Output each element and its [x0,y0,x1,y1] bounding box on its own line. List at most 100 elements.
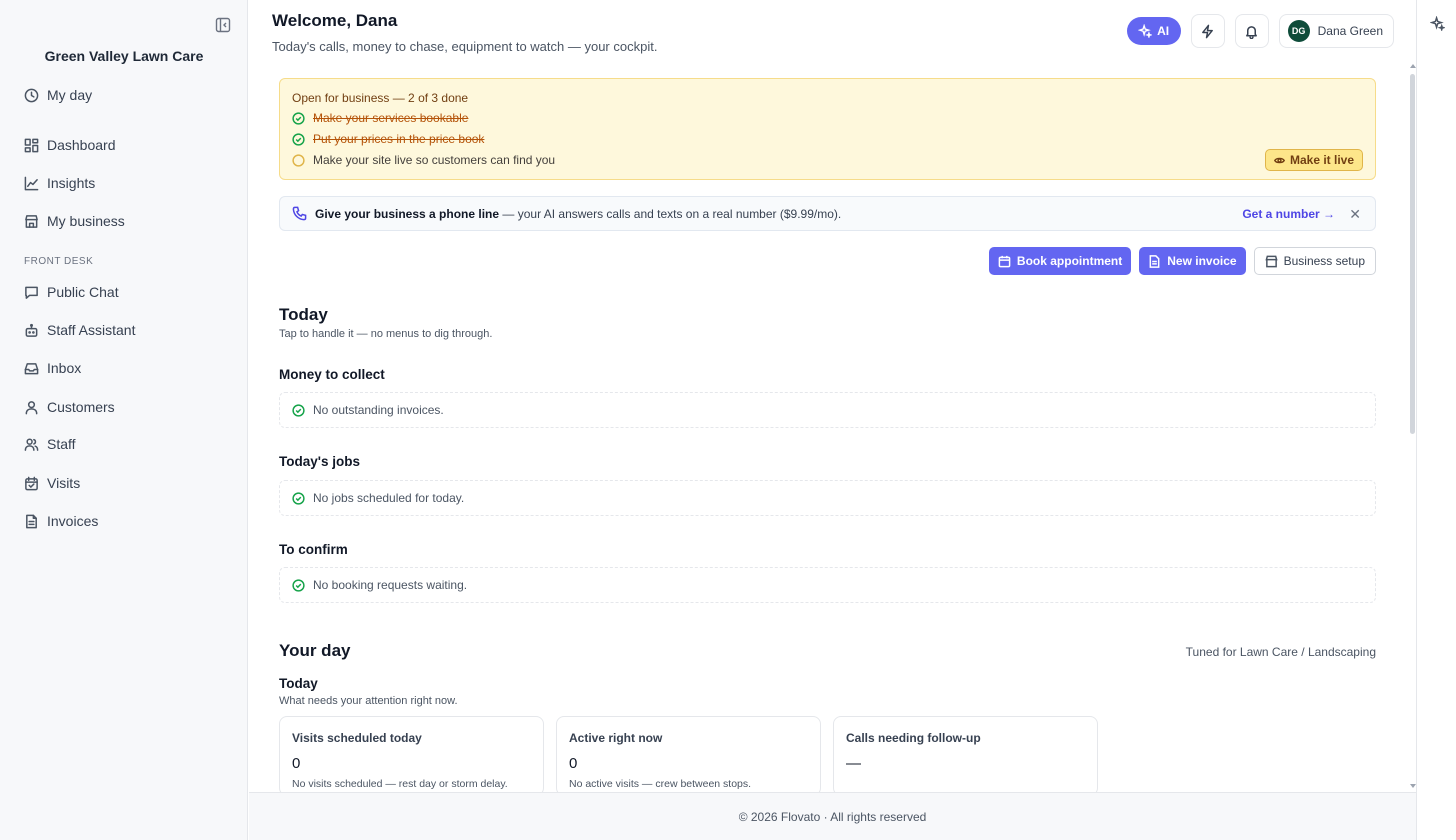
sidebar-item-staff[interactable]: Staff [24,433,76,455]
your-day-today-heading: Today [279,676,318,691]
sidebar-item-invoices[interactable]: Invoices [24,510,98,532]
store-icon [1265,255,1278,267]
dashboard-icon [24,138,39,152]
sidebar-item-visits[interactable]: Visits [24,472,80,494]
onboarding-task[interactable]: Make your services bookable [292,111,468,125]
phone-banner-heading: Give your business a phone line [315,206,500,221]
page-subtitle: Today's calls, money to chase, equipment… [272,39,658,54]
inbox-icon [24,362,39,374]
store-icon [25,214,38,228]
book-appointment-label: Book appointment [1016,254,1123,268]
onboarding-checklist: Open for business — 2 of 3 done Make you… [279,78,1376,180]
notifications-button[interactable] [1234,14,1269,48]
eye-icon [1273,157,1285,163]
sidebar-item-my-day[interactable]: My day [24,84,92,106]
business-setup-label: Business setup [1283,254,1365,268]
user-name: Dana Green [1317,24,1383,38]
sidebar-item-label: Staff [47,436,76,452]
sidebar-item-insights[interactable]: Insights [24,172,95,194]
empty-circle-icon [292,153,305,167]
check-circle-icon [292,111,305,125]
stat-card-calls-follow-up[interactable]: Calls needing follow-up — [833,716,1098,796]
bell-icon [1246,25,1258,39]
sidebar-item-inbox[interactable]: Inbox [24,357,81,379]
stat-label: Calls needing follow-up [846,731,981,745]
sidebar-item-public-chat[interactable]: Public Chat [24,281,119,303]
header-actions: AI DG Dana Green [1126,14,1394,48]
sidebar-item-label: Customers [47,399,115,415]
new-invoice-button[interactable]: New invoice [1139,247,1246,275]
business-setup-button[interactable]: Business setup [1253,247,1376,275]
lightning-icon [1202,24,1214,38]
todays-jobs-empty: No jobs scheduled for today. [279,480,1376,516]
quick-action-bar: Book appointment New invoice Business se… [988,247,1376,275]
bot-icon [25,323,38,337]
sparkle-icon[interactable] [1430,16,1445,31]
sidebar-item-label: Inbox [47,360,82,376]
document-icon [1149,254,1160,268]
money-to-collect-heading: Money to collect [279,367,385,382]
nav-section-front-desk: FRONT DESK [24,256,94,267]
assistant-rail [1416,0,1456,840]
sidebar-item-dashboard[interactable]: Dashboard [24,134,116,156]
sidebar: Green Valley Lawn Care My day Dashboard … [0,0,248,840]
make-it-live-label: Make it live [1289,153,1354,167]
stat-card-visits-today[interactable]: Visits scheduled today 0 No visits sched… [279,716,544,796]
stat-label: Visits scheduled today [292,731,422,745]
close-icon[interactable]: ✕ [1349,206,1361,223]
stat-value: 0 [569,755,578,772]
sidebar-item-customers[interactable]: Customers [24,396,115,418]
chart-line-icon [24,176,39,190]
document-icon [26,514,37,528]
task-label: Make your site live so customers can fin… [313,153,556,167]
user-menu-button[interactable]: DG Dana Green [1278,14,1394,48]
sidebar-item-staff-assistant[interactable]: Staff Assistant [24,319,135,341]
empty-message: No outstanding invoices. [313,403,444,417]
tuned-for-label: Tuned for Lawn Care / Landscaping [1185,645,1376,659]
onboarding-task[interactable]: Put your prices in the price book [292,132,484,146]
todays-jobs-heading: Today's jobs [279,454,360,469]
clock-icon [24,88,39,102]
to-confirm-heading: To confirm [279,542,348,557]
stat-card-active-now[interactable]: Active right now 0 No active visits — cr… [556,716,821,796]
check-circle-icon [292,132,305,146]
check-circle-icon [292,403,305,417]
task-label: Make your services bookable [313,111,469,125]
avatar: DG [1287,20,1310,42]
your-day-heading: Your day [279,641,351,660]
brand-name: Green Valley Lawn Care [44,48,204,64]
phone-line-banner: Give your business a phone line — your A… [279,196,1376,231]
users-icon [24,438,39,451]
calendar-icon [998,255,1011,267]
phone-banner-text: — your AI answers calls and texts on a r… [499,206,842,221]
scrollbar[interactable] [1408,62,1416,792]
footer: © 2026 Flovato · All rights reserved [249,792,1416,840]
sidebar-item-label: Insights [47,175,96,191]
empty-message: No booking requests waiting. [313,578,468,592]
ai-button-label: AI [1157,24,1170,38]
make-it-live-button[interactable]: Make it live [1264,149,1363,171]
to-confirm-empty: No booking requests waiting. [279,567,1376,603]
sidebar-item-label: Public Chat [47,284,119,300]
user-icon [25,400,38,414]
empty-message: No jobs scheduled for today. [313,491,465,505]
task-label: Put your prices in the price book [313,132,485,146]
sidebar-item-my-business[interactable]: My business [24,210,125,232]
sidebar-collapse-icon[interactable] [215,17,231,33]
footer-copyright: © 2026 Flovato · All rights reserved [738,809,927,824]
sidebar-item-label: My business [47,213,125,229]
get-number-link[interactable]: Get a number → [1242,207,1335,221]
quick-actions-button[interactable] [1190,14,1225,48]
book-appointment-button[interactable]: Book appointment [988,247,1132,275]
today-subtitle: Tap to handle it — no menus to dig throu… [279,328,493,340]
sidebar-item-label: Staff Assistant [47,322,136,338]
new-invoice-label: New invoice [1167,254,1237,268]
sidebar-item-label: Invoices [47,513,99,529]
onboarding-task[interactable]: Make your site live so customers can fin… [292,153,555,167]
check-circle-icon [292,491,305,505]
chat-bubble-icon [25,286,38,299]
scrollbar-thumb[interactable] [1410,74,1415,434]
sidebar-item-label: My day [47,87,93,103]
your-day-today-desc: What needs your attention right now. [279,695,458,707]
ai-button[interactable]: AI [1126,17,1181,45]
